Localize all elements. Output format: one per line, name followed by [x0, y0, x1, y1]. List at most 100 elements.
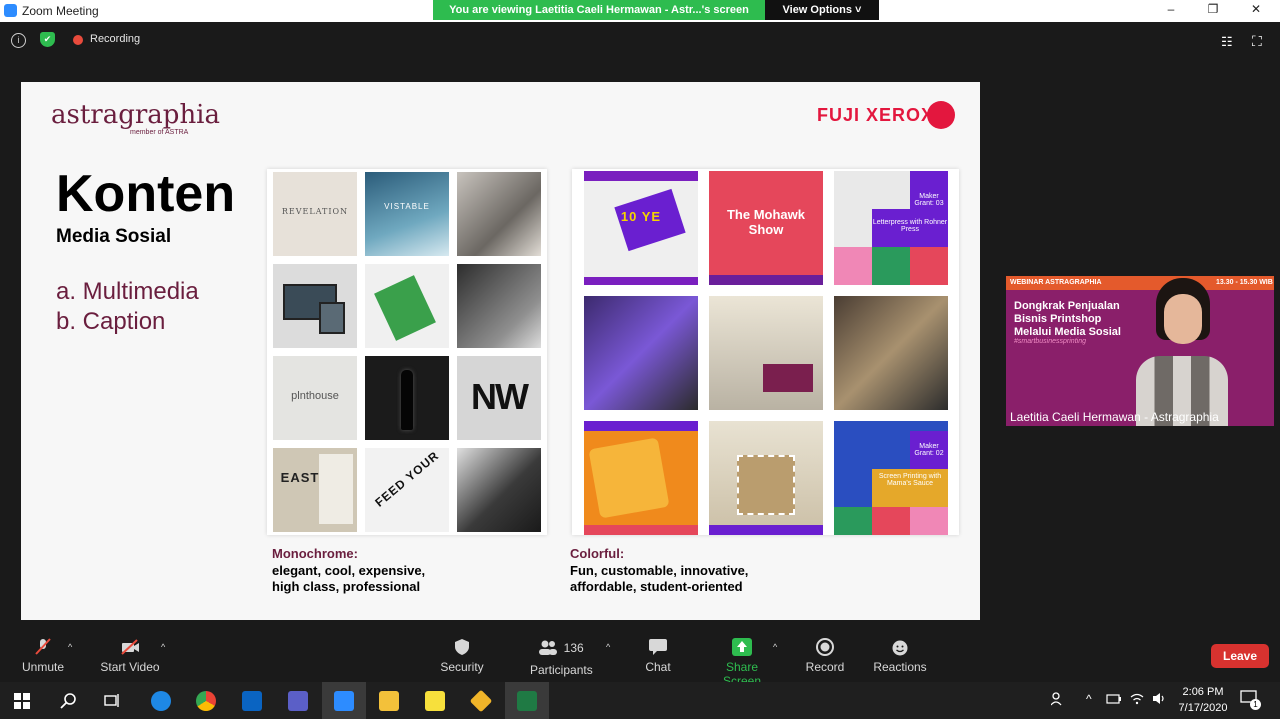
taskbar-time: 2:06 PM: [1182, 686, 1224, 698]
participants-caret-icon[interactable]: ^: [606, 642, 610, 652]
encryption-shield-icon[interactable]: ✔: [40, 32, 55, 47]
record-icon: [816, 638, 834, 656]
chat-label: Chat: [645, 660, 671, 674]
task-view-button[interactable]: [90, 682, 134, 719]
share-screen-button[interactable]: Share Screen: [706, 638, 778, 688]
reactions-smiley-icon: [892, 640, 908, 656]
zoom-app-icon: [4, 4, 17, 17]
gallery-view-icon[interactable]: ☷: [1221, 34, 1233, 50]
feed-image: [584, 421, 698, 535]
feed-image: plnthouse: [273, 356, 357, 440]
info-icon[interactable]: i: [11, 33, 26, 48]
taskbar-zoom[interactable]: [322, 682, 366, 719]
feed-image: [365, 356, 449, 440]
monochrome-caption-desc: elegant, cool, expensive,: [272, 563, 426, 578]
show-hidden-icons-icon[interactable]: ^: [1086, 692, 1092, 706]
battery-icon[interactable]: [1106, 693, 1122, 708]
feed-image: [457, 448, 541, 532]
notification-count-badge: 1: [1250, 699, 1261, 710]
window-title: Zoom Meeting: [22, 4, 99, 18]
minimize-button[interactable]: –: [1161, 2, 1181, 16]
colorful-feed-panel: 10 YE The Mohawk Show Maker Grant: 03 Le…: [572, 169, 959, 535]
colorful-caption-title: Colorful:: [570, 546, 625, 561]
taskbar-edge[interactable]: [139, 682, 183, 719]
taskbar-sticky-notes[interactable]: [413, 682, 457, 719]
list-item: a. Multimedia: [56, 278, 199, 305]
feed-image: [584, 296, 698, 410]
feed-image: [457, 172, 541, 256]
share-screen-arrow-icon: [732, 638, 752, 656]
security-button[interactable]: Security: [438, 638, 486, 674]
participants-icon: [539, 640, 558, 655]
view-options-label: View Options: [782, 4, 852, 16]
reactions-button[interactable]: Reactions: [873, 638, 927, 674]
feed-image: [365, 264, 449, 348]
astragraphia-logo-sub: member of ASTRA: [130, 129, 189, 136]
start-button[interactable]: [0, 682, 44, 719]
volume-icon[interactable]: [1152, 692, 1166, 708]
record-label: Record: [805, 660, 845, 674]
feed-image: [709, 296, 823, 410]
participants-count: 136: [563, 641, 584, 655]
restore-button[interactable]: ❐: [1203, 2, 1223, 16]
folder-icon: [379, 691, 399, 711]
search-button[interactable]: [46, 682, 90, 719]
taskbar-file-explorer[interactable]: [367, 682, 411, 719]
start-video-button[interactable]: Start Video: [98, 638, 162, 674]
share-options-caret-icon[interactable]: ^: [773, 642, 777, 652]
taskbar-outlook[interactable]: [230, 682, 274, 719]
outlook-icon: [242, 691, 262, 711]
feed-image: VISTABLE: [365, 172, 449, 256]
view-options-button[interactable]: View Options ˅: [765, 0, 879, 20]
window-titlebar: Zoom Meeting You are viewing Laetitia Ca…: [0, 0, 1280, 22]
feed-image: REVELATION: [273, 172, 357, 256]
recording-label: Recording: [90, 33, 141, 45]
chat-bubble-icon: [649, 639, 667, 655]
unmute-button[interactable]: Unmute: [18, 638, 68, 674]
participant-name: Laetitia Caeli Hermawan - Astragraphia: [1010, 410, 1219, 424]
close-button[interactable]: ✕: [1246, 2, 1266, 16]
monochrome-caption-title: Monochrome:: [272, 546, 358, 561]
start-video-label: Start Video: [100, 660, 160, 674]
notification-center-icon[interactable]: 1: [1240, 690, 1261, 710]
feed-image: [273, 264, 357, 348]
recording-indicator-icon: [73, 35, 83, 45]
participants-label: Participants: [530, 663, 593, 677]
taskbar-excel[interactable]: [505, 682, 549, 719]
security-label: Security: [440, 660, 484, 674]
participants-button[interactable]: 136 Participants: [530, 638, 593, 677]
edge-icon: [151, 691, 171, 711]
fullscreen-icon[interactable]: ⛶: [1252, 33, 1262, 50]
search-icon: [60, 693, 76, 709]
monochrome-feed-panel: REVELATION VISTABLE plnthouse NW EAST FE…: [267, 169, 547, 535]
teams-icon: [288, 691, 308, 711]
microphone-muted-icon: [35, 638, 51, 655]
audio-options-caret-icon[interactable]: ^: [68, 642, 72, 652]
webinar-title-line: Dongkrak Penjualan: [1014, 300, 1120, 312]
taskbar-clock[interactable]: 2:06 PM 7/17/2020: [1174, 684, 1232, 716]
zoom-icon: [334, 691, 354, 711]
feed-image: Maker Grant: 02 Screen Printing with Mam…: [834, 421, 948, 535]
taskbar-app[interactable]: [459, 682, 503, 719]
record-button[interactable]: Record: [804, 638, 846, 674]
colorful-caption-desc: Fun, customable, innovative,: [570, 563, 749, 578]
excel-icon: [517, 691, 537, 711]
security-shield-icon: [455, 639, 469, 655]
video-options-caret-icon[interactable]: ^: [161, 642, 165, 652]
participant-video-tile[interactable]: WEBINAR ASTRAGRAPHIA 13.30 - 15.30 WIB D…: [1006, 276, 1274, 426]
viewing-banner: You are viewing Laetitia Caeli Hermawan …: [433, 0, 765, 20]
taskbar-chrome[interactable]: [184, 682, 228, 719]
astragraphia-logo: astragraphia: [51, 100, 220, 130]
people-icon[interactable]: [1050, 692, 1065, 709]
webinar-hashtag: #smartbusinessprinting: [1014, 338, 1086, 345]
taskbar-teams[interactable]: [276, 682, 320, 719]
chat-button[interactable]: Chat: [640, 638, 676, 674]
webinar-title: Dongkrak Penjualan Bisnis Printshop Mela…: [1014, 300, 1144, 339]
leave-button[interactable]: Leave: [1211, 644, 1269, 668]
participant-person: [1130, 276, 1228, 426]
feed-image: NW: [457, 356, 541, 440]
fuji-xerox-mark-icon: [927, 101, 955, 129]
fuji-xerox-logo: FUJI XEROX: [817, 105, 935, 125]
wifi-icon[interactable]: [1130, 692, 1144, 708]
webinar-band-label: WEBINAR ASTRAGRAPHIA: [1010, 279, 1102, 286]
